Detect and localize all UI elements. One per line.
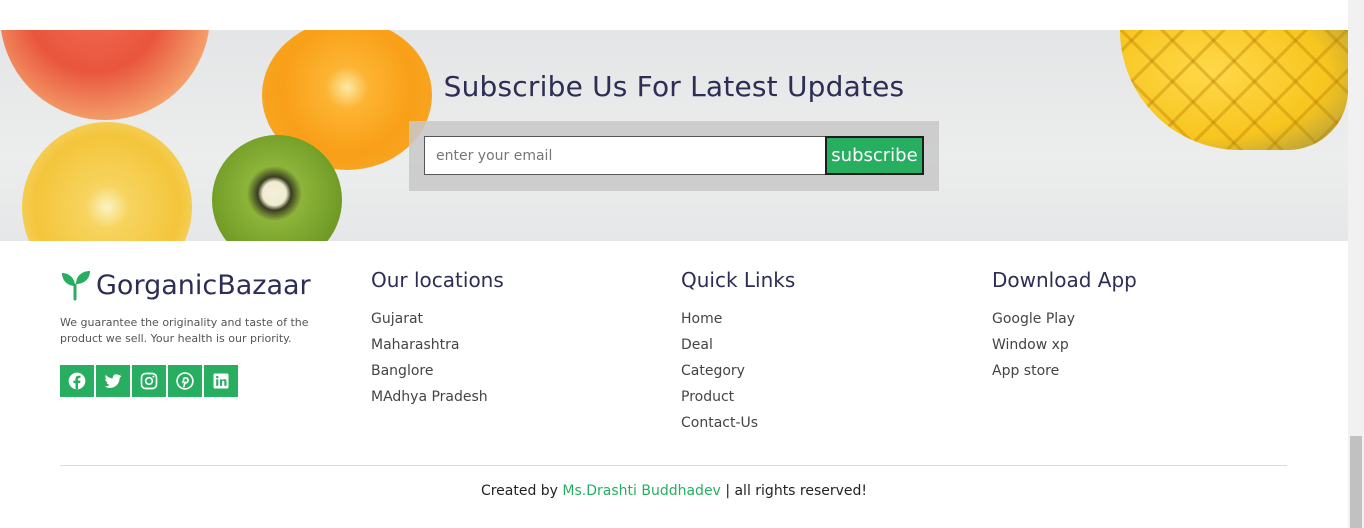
credits-text: Created by Ms.Drashti Buddhadev | all ri… (0, 483, 1348, 499)
quick-links-heading: Quick Links (681, 268, 796, 292)
brand-logo[interactable]: GorganicBazaar (60, 269, 360, 301)
quick-link-category[interactable]: Category (681, 358, 795, 384)
facebook-icon (68, 372, 86, 390)
brand-column: GorganicBazaar We guarantee the original… (60, 269, 360, 397)
download-app-heading: Download App (992, 268, 1137, 292)
location-item[interactable]: Banglore (371, 358, 504, 384)
social-links (60, 365, 360, 397)
quick-link-deal[interactable]: Deal (681, 332, 795, 358)
subscribe-button[interactable]: subscribe (825, 136, 924, 175)
location-item[interactable]: Maharashtra (371, 332, 504, 358)
scrollbar-thumb[interactable] (1350, 436, 1362, 528)
download-app-column: Download App Google Play Window xp App s… (992, 241, 1137, 384)
locations-heading: Our locations (371, 268, 504, 292)
leaf-sprout-icon (60, 269, 92, 301)
linkedin-link[interactable] (204, 365, 238, 397)
twitter-icon (104, 374, 122, 388)
app-link-windows[interactable]: Window xp (992, 332, 1137, 358)
quick-links-list: Home Deal Category Product Contact-Us (681, 306, 795, 436)
subscribe-title: Subscribe Us For Latest Updates (443, 70, 905, 103)
app-link-google-play[interactable]: Google Play (992, 306, 1137, 332)
instagram-icon (140, 372, 158, 390)
instagram-link[interactable] (132, 365, 166, 397)
lemon-image (22, 122, 192, 241)
pinterest-link[interactable] (168, 365, 202, 397)
credits-author[interactable]: Ms.Drashti Buddhadev (562, 483, 720, 499)
twitter-link[interactable] (96, 365, 130, 397)
locations-list: Gujarat Maharashtra Banglore MAdhya Prad… (371, 306, 504, 410)
location-item[interactable]: MAdhya Pradesh (371, 384, 504, 410)
linkedin-icon (213, 373, 229, 389)
quick-link-product[interactable]: Product (681, 384, 795, 410)
app-link-app-store[interactable]: App store (992, 358, 1137, 384)
quick-link-contact[interactable]: Contact-Us (681, 410, 795, 436)
credits-suffix: | all rights reserved! (725, 483, 868, 499)
locations-column: Our locations Gujarat Maharashtra Banglo… (371, 241, 504, 410)
subscribe-form: subscribe (409, 121, 939, 191)
site-footer: GorganicBazaar We guarantee the original… (0, 241, 1348, 528)
quick-links-column: Quick Links Home Deal Category Product C… (681, 241, 795, 436)
credits-prefix: Created by (480, 483, 558, 499)
location-item[interactable]: Gujarat (371, 306, 504, 332)
pinterest-icon (176, 372, 194, 390)
top-blank-strip (0, 0, 1348, 30)
quick-link-home[interactable]: Home (681, 306, 795, 332)
email-input[interactable] (424, 136, 826, 175)
brand-name: GorganicBazaar (96, 269, 311, 301)
download-app-list: Google Play Window xp App store (992, 306, 1137, 384)
subscribe-banner: Subscribe Us For Latest Updates subscrib… (0, 30, 1348, 241)
facebook-link[interactable] (60, 365, 94, 397)
footer-divider (60, 465, 1287, 466)
brand-description: We guarantee the originality and taste o… (60, 316, 309, 345)
